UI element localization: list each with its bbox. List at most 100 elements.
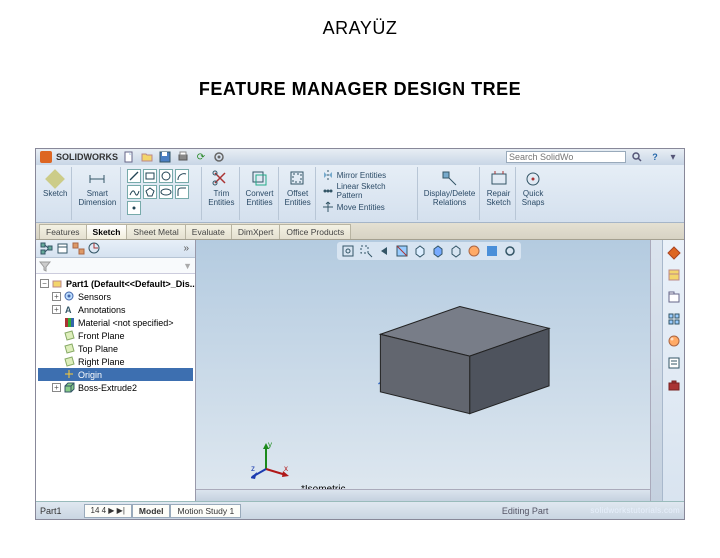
expand-icon[interactable]: + <box>52 292 61 301</box>
tree-root-label: Part1 (Default<<Default>_Dis... <box>66 279 195 289</box>
tree-sensors[interactable]: + Sensors <box>38 290 193 303</box>
tree-front-plane[interactable]: Front Plane <box>38 329 193 342</box>
tree-right-plane[interactable]: Right Plane <box>38 355 193 368</box>
app-logo-icon <box>40 151 52 163</box>
svg-text:x: x <box>284 464 288 473</box>
smart-dimension-icon <box>87 169 107 189</box>
doc-nav-arrows[interactable]: 14 4 ▶ ▶| <box>84 504 132 518</box>
ribbon-smart-dimension[interactable]: Smart Dimension <box>74 167 121 220</box>
point-tool-icon[interactable] <box>127 201 141 215</box>
ribbon-offset-group[interactable]: Offset Entities <box>281 167 316 220</box>
arc-tool-icon[interactable] <box>175 169 189 183</box>
options-icon[interactable] <box>212 151 226 163</box>
graphics-viewport[interactable]: y x z *Isometric <box>196 240 662 501</box>
convert-icon <box>250 169 270 189</box>
solidworks-resources-icon[interactable] <box>665 244 683 262</box>
help-icon[interactable]: ? <box>648 151 662 163</box>
solidworks-window: SOLIDWORKS ⟳ ? ▾ Sketch <box>35 148 685 520</box>
move-entities-button[interactable]: Move Entities <box>322 201 385 213</box>
tree-boss-extrude[interactable]: + Boss-Extrude2 <box>38 381 193 394</box>
viewport-hscrollbar[interactable] <box>196 489 650 501</box>
tree-top-label: Top Plane <box>78 344 118 354</box>
tab-sheet-metal[interactable]: Sheet Metal <box>126 224 185 239</box>
ribbon-trim-group[interactable]: Trim Entities <box>204 167 239 220</box>
viewport-vscrollbar[interactable] <box>650 240 662 501</box>
fm-tabstrip: » <box>36 240 195 258</box>
plane-icon <box>64 356 75 367</box>
tree-annotations[interactable]: + A Annotations <box>38 303 193 316</box>
minimize-dropdown-icon[interactable]: ▾ <box>666 151 680 163</box>
view-palette-icon[interactable] <box>665 310 683 328</box>
mirror-entities-button[interactable]: Mirror Entities <box>322 169 386 181</box>
fm-filter-row[interactable]: ▼ <box>36 258 195 274</box>
circle-tool-icon[interactable] <box>159 169 173 183</box>
expand-icon[interactable]: + <box>52 383 61 392</box>
fm-property-tab-icon[interactable] <box>55 242 69 256</box>
design-library-icon[interactable] <box>665 266 683 284</box>
feature-manager-panel: » ▼ − Part1 (Default<<Default>_Dis... + <box>36 240 196 501</box>
ribbon-dim-label: Smart Dimension <box>78 190 116 208</box>
tab-dimxpert[interactable]: DimXpert <box>231 224 280 239</box>
search-input[interactable] <box>506 151 626 163</box>
doc-tab-motion-study[interactable]: Motion Study 1 <box>170 504 241 518</box>
file-explorer-icon[interactable] <box>665 288 683 306</box>
fm-tree-tab-icon[interactable] <box>39 242 53 256</box>
appearances-icon[interactable] <box>665 332 683 350</box>
linear-pattern-button[interactable]: Linear Sketch Pattern <box>322 182 413 200</box>
ribbon-sketch-group[interactable]: Sketch <box>39 167 72 220</box>
ribbon-relations-group[interactable]: Display/Delete Relations <box>420 167 481 220</box>
tab-features[interactable]: Features <box>39 224 87 239</box>
rebuild-icon[interactable]: ⟳ <box>194 151 208 163</box>
print-icon[interactable] <box>176 151 190 163</box>
polygon-tool-icon[interactable] <box>143 185 157 199</box>
tree-annotations-label: Annotations <box>78 305 126 315</box>
search-icon[interactable] <box>630 151 644 163</box>
tree-top-plane[interactable]: Top Plane <box>38 342 193 355</box>
origin-icon <box>64 369 75 380</box>
ribbon-convert-label: Convert Entities <box>246 190 274 208</box>
sensors-icon <box>64 291 75 302</box>
tab-evaluate[interactable]: Evaluate <box>185 224 232 239</box>
new-file-icon[interactable] <box>122 151 136 163</box>
line-tool-icon[interactable] <box>127 169 141 183</box>
fm-collapse-icon[interactable]: » <box>180 243 192 254</box>
part-icon <box>52 278 63 289</box>
orientation-triad[interactable]: y x z <box>251 439 291 479</box>
expand-icon[interactable]: + <box>52 305 61 314</box>
fm-filter-dropdown-icon[interactable]: ▼ <box>183 261 192 271</box>
open-file-icon[interactable] <box>140 151 154 163</box>
tab-sketch[interactable]: Sketch <box>86 224 128 239</box>
ribbon-snaps-label: Quick Snaps <box>522 190 545 208</box>
spline-tool-icon[interactable] <box>127 185 141 199</box>
tab-office-products[interactable]: Office Products <box>279 224 351 239</box>
ribbon-repair-label: Repair Sketch <box>486 190 510 208</box>
ribbon-convert-group[interactable]: Convert Entities <box>242 167 279 220</box>
sketch-icon <box>45 169 65 189</box>
toolbox-icon[interactable] <box>665 376 683 394</box>
tree-sensors-label: Sensors <box>78 292 111 302</box>
watermark-label: solidworkstutorials.com <box>590 506 680 515</box>
expand-icon[interactable]: − <box>40 279 49 288</box>
tree-right-label: Right Plane <box>78 357 125 367</box>
fm-dimxpert-tab-icon[interactable] <box>87 242 101 256</box>
svg-text:A: A <box>65 305 72 315</box>
fillet-tool-icon[interactable] <box>175 185 189 199</box>
custom-properties-icon[interactable] <box>665 354 683 372</box>
ribbon-repair-group[interactable]: Repair Sketch <box>482 167 515 220</box>
extrude-icon <box>64 382 75 393</box>
rect-tool-icon[interactable] <box>143 169 157 183</box>
tree-material[interactable]: Material <not specified> <box>38 316 193 329</box>
tree-part-root[interactable]: − Part1 (Default<<Default>_Dis... <box>38 277 193 290</box>
ellipse-tool-icon[interactable] <box>159 185 173 199</box>
trim-icon <box>211 169 231 189</box>
ribbon-snaps-group[interactable]: Quick Snaps <box>518 167 549 220</box>
material-icon <box>64 317 75 328</box>
fm-config-tab-icon[interactable] <box>71 242 85 256</box>
tree-origin[interactable]: Origin <box>38 368 193 381</box>
status-editing-label: Editing Part <box>502 506 549 516</box>
feature-tree: − Part1 (Default<<Default>_Dis... + Sens… <box>36 274 195 501</box>
save-icon[interactable] <box>158 151 172 163</box>
snaps-icon <box>523 169 543 189</box>
command-manager-tabs: Features Sketch Sheet Metal Evaluate Dim… <box>36 223 684 240</box>
doc-tab-model[interactable]: Model <box>132 504 171 518</box>
